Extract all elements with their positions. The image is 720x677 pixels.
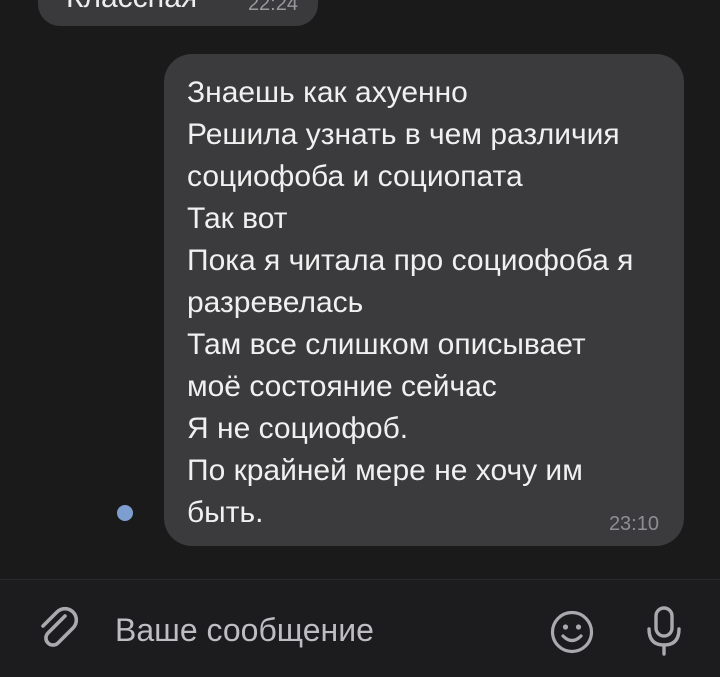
message-line: Так вот [187, 202, 288, 235]
message-bubble-previous[interactable]: Классная 22:24 [38, 0, 318, 26]
message-input[interactable]: Ваше сообщение [115, 610, 374, 650]
message-line: Я не социофоб. [187, 412, 409, 445]
message-time: 22:24 [247, 0, 298, 15]
message-bubble-outgoing[interactable]: Знаешь как ахуенно Решила узнать в чем р… [164, 54, 684, 546]
microphone-icon[interactable] [642, 604, 686, 658]
message-time: 23:10 [608, 513, 659, 535]
message-line: быть. [187, 496, 264, 529]
unread-indicator [117, 505, 133, 521]
message-composer: Ваше сообщение [0, 580, 720, 677]
message-text: Знаешь как ахуенно Решила узнать в чем р… [187, 72, 667, 534]
message-line: социофоба и социопата [187, 160, 523, 193]
message-line: разревелась [187, 286, 364, 319]
paperclip-icon[interactable] [34, 604, 84, 654]
message-line: По крайней мере не хочу им [187, 454, 583, 487]
message-line: Пока я читала про социофоба я [187, 244, 634, 277]
message-line: Знаешь как ахуенно [187, 76, 468, 109]
emoji-icon[interactable] [549, 609, 595, 655]
chat-area[interactable]: Классная 22:24 Знаешь как ахуенно Решила… [0, 0, 720, 580]
message-line: Решила узнать в чем различия [187, 118, 620, 151]
message-line: моё состояние сейчас [187, 370, 497, 403]
message-line: Там все слишком описывает [187, 328, 586, 361]
message-text: Классная [66, 0, 197, 16]
